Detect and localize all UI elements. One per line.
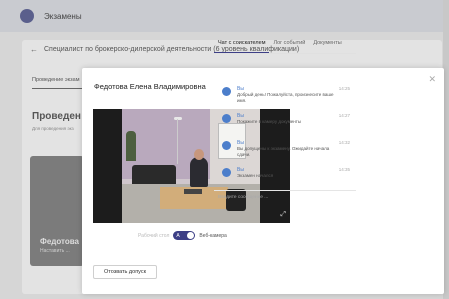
section-subtext: Для проведения экз (32, 126, 74, 131)
thumbnail-name: Федотова (40, 237, 80, 246)
avatar (222, 141, 231, 150)
view-switch: Рабочий стол A Веб-камера (138, 231, 227, 240)
app-logo (20, 9, 34, 23)
toggle-knob-label: A (176, 232, 180, 239)
tab-underline (32, 88, 82, 89)
close-icon[interactable]: ✕ (428, 74, 436, 85)
modal-title: Федотова Елена Владимировна (94, 82, 206, 91)
toggle-label-webcam: Веб-камера (199, 232, 227, 239)
chat-message: Вы 14:25 Добрый день! Пожалуйста, произн… (214, 84, 356, 111)
chat-message: Вы 14:27 Покажите в камеру документы (214, 111, 356, 138)
camera-toggle[interactable]: A (173, 231, 196, 240)
message-time: 14:27 (338, 113, 350, 118)
avatar (222, 168, 231, 177)
message-text: Добрый день! Пожалуйста, произнесите ваш… (237, 92, 334, 103)
tab-chat[interactable]: Чат с соискателем (214, 40, 270, 53)
app-title: Экзамены (44, 11, 82, 21)
fullscreen-icon[interactable]: ⤢ (280, 211, 286, 219)
candidate-thumbnail[interactable]: Федотова Наставить ... (30, 156, 84, 266)
avatar (222, 114, 231, 123)
message-time: 14:35 (338, 167, 350, 172)
tab-exam[interactable]: Проведение экзам (32, 77, 79, 83)
chat-message: Вы 14:32 Вы допущены к экзамену. Ожидайт… (214, 138, 356, 165)
chat-tabs: Чат с соискателем Лог событий Документы (214, 40, 356, 54)
message-text: Экзамен начался (237, 173, 274, 178)
message-text: Покажите в камеру документы (237, 119, 302, 124)
message-time: 14:25 (338, 86, 350, 91)
chat-message-input[interactable]: Введите сообщение ... (214, 190, 356, 202)
thumbnail-sub: Наставить ... (40, 248, 70, 254)
chat-message: Вы 14:35 Экзамен начался (214, 165, 356, 192)
message-time: 14:32 (338, 140, 350, 145)
toggle-label-desktop: Рабочий стол (138, 232, 170, 239)
tab-event-log[interactable]: Лог событий (269, 40, 309, 53)
recall-access-button[interactable]: Отозвать допуск (93, 265, 157, 279)
message-text: Вы допущены к экзамену. Ожидайте начала … (237, 146, 330, 157)
arrow-left-icon: ← (30, 45, 38, 54)
avatar (222, 87, 231, 96)
top-bar: Экзамены (0, 0, 449, 32)
section-heading: Проведен (32, 111, 81, 122)
toggle-knob (187, 232, 195, 239)
chat-messages: Вы 14:25 Добрый день! Пожалуйста, произн… (214, 84, 356, 192)
tab-documents[interactable]: Документы (309, 40, 345, 53)
